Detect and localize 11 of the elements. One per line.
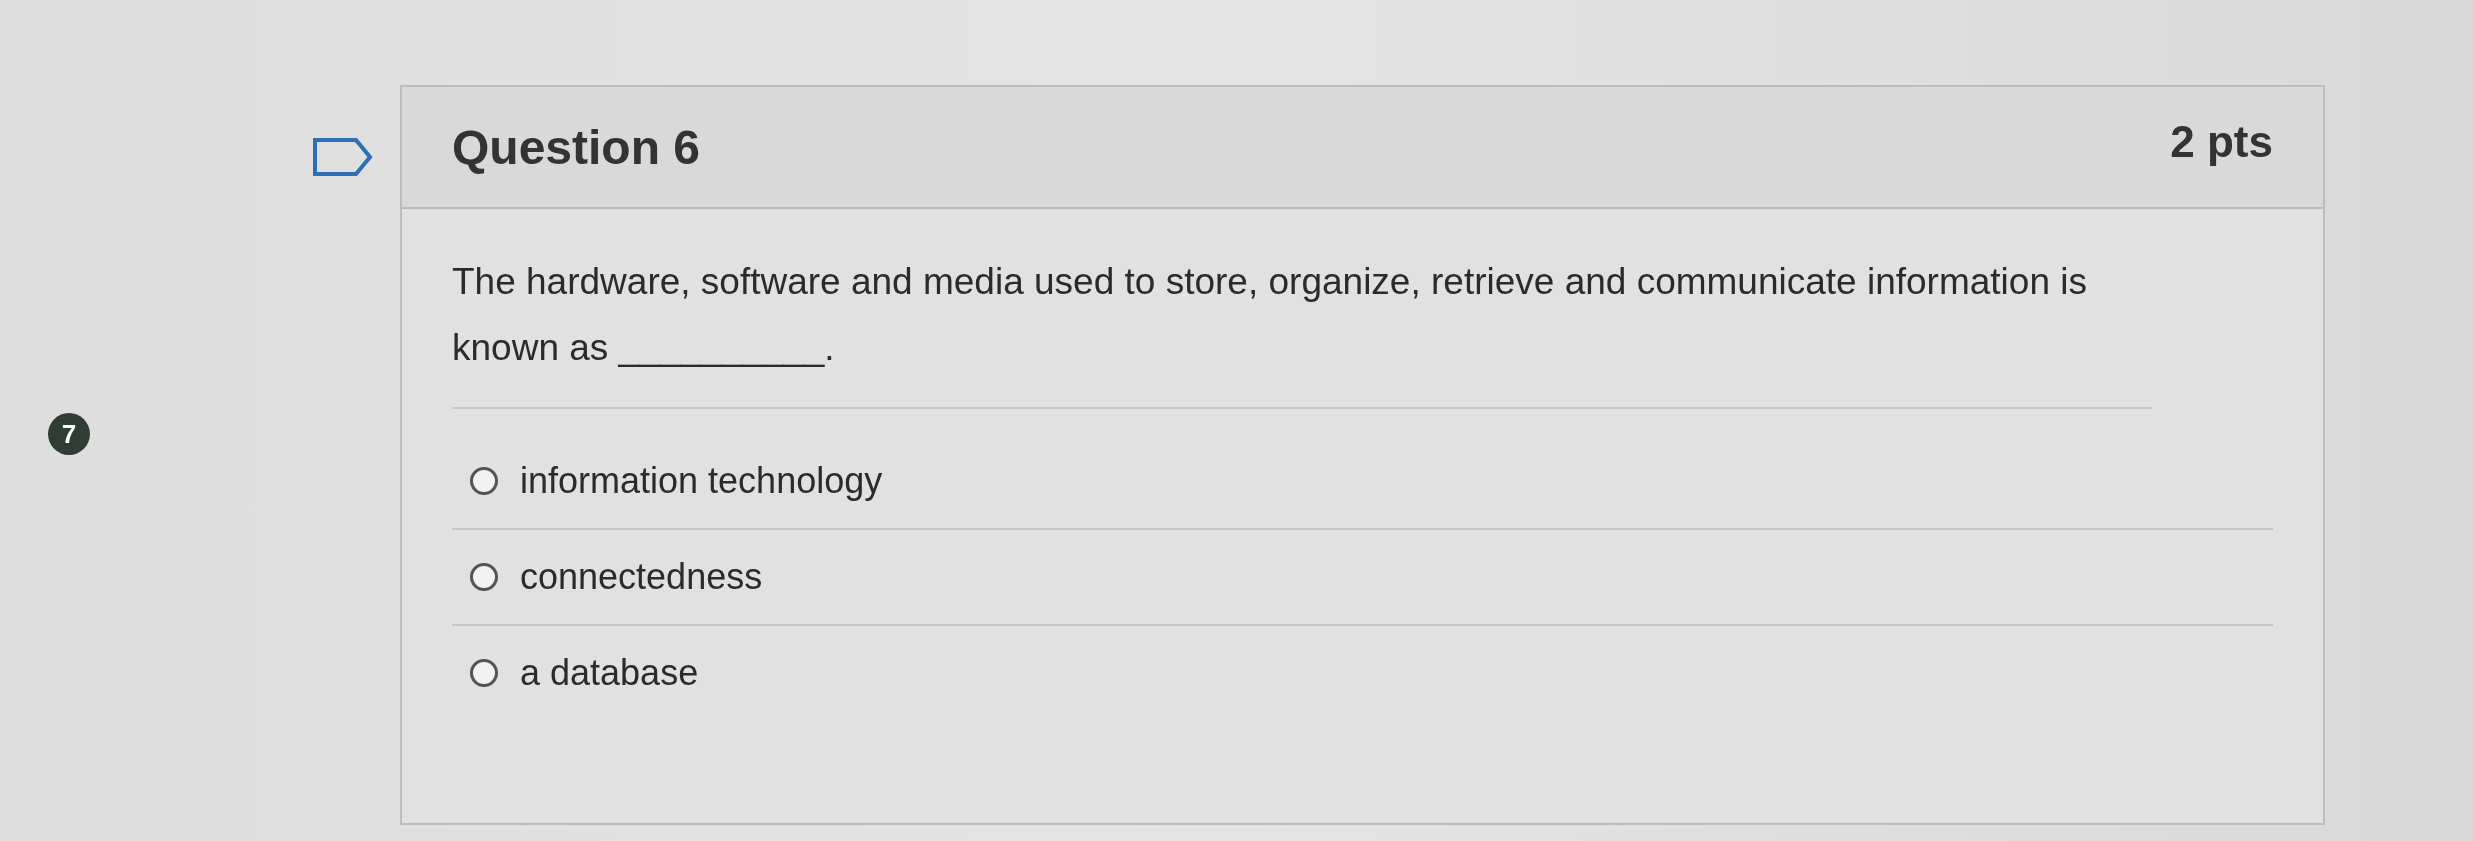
question-number-badge[interactable]: 7: [48, 413, 90, 455]
radio-button[interactable]: [470, 563, 498, 591]
answer-option[interactable]: connectedness: [520, 556, 763, 598]
question-title: Question 6: [452, 119, 701, 175]
answer-option[interactable]: information technology: [520, 460, 883, 502]
answer-option[interactable]: a database: [520, 652, 699, 694]
radio-button[interactable]: [470, 659, 498, 687]
bookmark-icon[interactable]: [312, 137, 374, 177]
radio-button[interactable]: [470, 467, 498, 495]
question-text: The hardware, software and media used to store, organize, retrieve and communicate information is known as __________.: [452, 249, 2152, 409]
points-label: 2 pts: [2170, 117, 2273, 167]
